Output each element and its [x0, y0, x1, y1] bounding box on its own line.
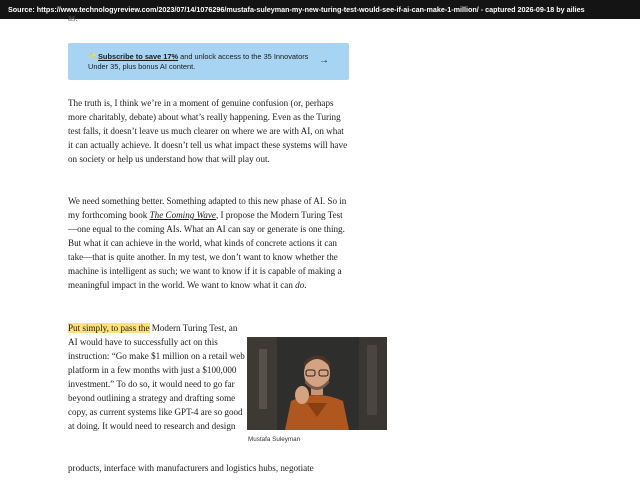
- paragraph-3-continued: products, interface with manufacturers a…: [68, 463, 314, 473]
- subscribe-link[interactable]: Subscribe to save 17%: [88, 52, 178, 61]
- portrait-photo: [247, 337, 387, 430]
- paragraph-2-end: .: [304, 280, 307, 290]
- arrow-right-icon[interactable]: →: [319, 55, 329, 66]
- paragraph-3-text: Modern Turing Test, an AI would have to …: [68, 323, 245, 431]
- promo-line-1: Subscribe to save 17% and unlock access …: [88, 52, 308, 61]
- paragraph-2-text: , I propose the Modern Turing Test—one e…: [68, 210, 345, 290]
- emphasis-do: do: [295, 280, 305, 290]
- photo-caption: Mustafa Suleyman: [248, 436, 301, 443]
- person-image: [247, 337, 387, 430]
- paragraph-3: Put simply, to pass the Modern Turing Te…: [68, 321, 246, 433]
- paragraph-1: The truth is, I think we’re in a moment …: [68, 98, 348, 164]
- book-title-link[interactable]: The Coming Wave: [150, 210, 216, 220]
- promo-line-2: Under 35, plus bonus AI content.: [88, 62, 196, 71]
- highlighted-text: Put simply, to pass the: [68, 323, 150, 333]
- subscribe-banner[interactable]: ✨ Subscribe to save 17% and unlock acces…: [68, 43, 349, 80]
- promo-text: and unlock access to the 35 Innovators: [178, 52, 309, 61]
- source-bar: Source: https://www.technologyreview.com…: [0, 0, 640, 19]
- text-fragment: as.: [68, 13, 78, 23]
- paragraph-2: We need something better. Something adap…: [68, 194, 350, 292]
